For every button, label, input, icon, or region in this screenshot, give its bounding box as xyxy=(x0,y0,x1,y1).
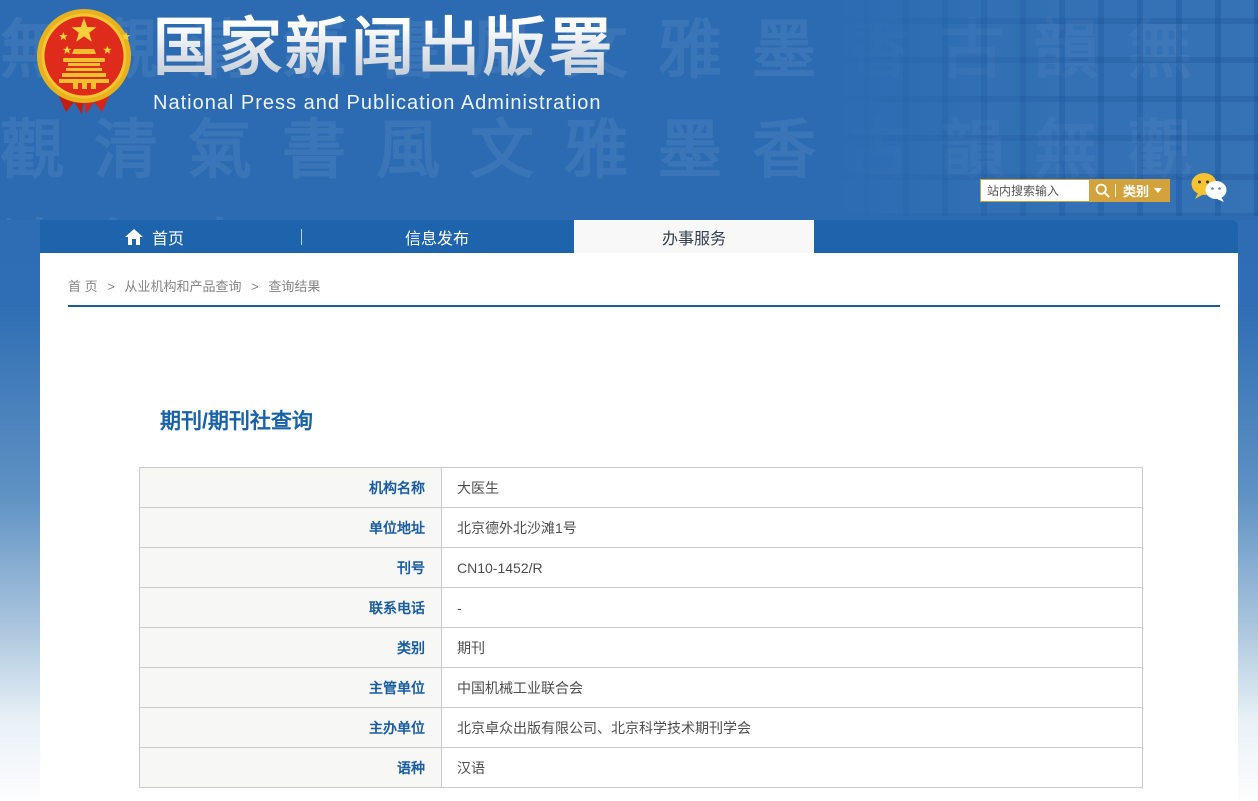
search-icon[interactable] xyxy=(1095,183,1110,198)
row-label: 单位地址 xyxy=(140,508,442,548)
search-input[interactable] xyxy=(980,179,1089,202)
page-title: 期刊/期刊社查询 xyxy=(160,405,1238,435)
site-title: 国家新闻出版署 xyxy=(153,6,615,90)
breadcrumb-home-link[interactable]: 首 页 xyxy=(68,279,98,294)
query-result-table-body: 机构名称大医生单位地址北京德外北沙滩1号刊号CN10-1452/R联系电话-类别… xyxy=(140,468,1143,788)
site-header: 無觀清氣書風文雅墨香古韻無觀清氣書風文雅墨香古韻無觀清氣書風 国家新闻出 xyxy=(0,0,1258,220)
row-value: 期刊 xyxy=(442,628,1143,668)
site-search: 类别 xyxy=(980,179,1170,202)
row-label: 语种 xyxy=(140,748,442,788)
main-nav: 首页 信息发布 办事服务 xyxy=(40,220,1238,253)
row-label: 联系电话 xyxy=(140,588,442,628)
nav-item-home[interactable]: 首页 xyxy=(125,220,184,253)
breadcrumb-rule xyxy=(68,305,1220,307)
brand-block: 国家新闻出版署 National Press and Publication A… xyxy=(153,6,615,115)
nav-item-label: 信息发布 xyxy=(405,225,469,249)
nav-item-label: 办事服务 xyxy=(662,225,726,249)
table-row: 刊号CN10-1452/R xyxy=(140,548,1143,588)
row-value: - xyxy=(442,588,1143,628)
row-value: 汉语 xyxy=(442,748,1143,788)
table-row: 语种汉语 xyxy=(140,748,1143,788)
row-label: 刊号 xyxy=(140,548,442,588)
row-label: 机构名称 xyxy=(140,468,442,508)
nav-item-services-active[interactable]: 办事服务 xyxy=(574,220,814,253)
table-row: 主办单位北京卓众出版有限公司、北京科学技术期刊学会 xyxy=(140,708,1143,748)
table-row: 联系电话- xyxy=(140,588,1143,628)
search-divider xyxy=(1115,184,1116,197)
nav-item-label: 首页 xyxy=(152,225,184,249)
row-value: CN10-1452/R xyxy=(442,548,1143,588)
row-value: 北京德外北沙滩1号 xyxy=(442,508,1143,548)
chevron-down-icon[interactable] xyxy=(1154,188,1162,193)
breadcrumb-separator: > xyxy=(107,279,115,294)
row-label: 主办单位 xyxy=(140,708,442,748)
breadcrumb-current: 查询结果 xyxy=(268,279,320,294)
breadcrumb: 首 页 > 从业机构和产品查询 > 查询结果 xyxy=(40,253,1238,295)
row-label: 主管单位 xyxy=(140,668,442,708)
table-row: 单位地址北京德外北沙滩1号 xyxy=(140,508,1143,548)
nav-item-info-release[interactable]: 信息发布 xyxy=(405,220,469,253)
china-national-emblem-logo xyxy=(33,6,135,121)
table-row: 机构名称大医生 xyxy=(140,468,1143,508)
category-dropdown[interactable]: 类别 xyxy=(1123,181,1149,200)
row-label: 类别 xyxy=(140,628,442,668)
nav-divider xyxy=(301,229,302,245)
table-row: 类别期刊 xyxy=(140,628,1143,668)
row-value: 大医生 xyxy=(442,468,1143,508)
table-row: 主管单位中国机械工业联合会 xyxy=(140,668,1143,708)
breadcrumb-query-link[interactable]: 从业机构和产品查询 xyxy=(124,279,241,294)
wechat-icon[interactable] xyxy=(1190,171,1228,210)
home-icon xyxy=(125,229,143,245)
row-value: 中国机械工业联合会 xyxy=(442,668,1143,708)
search-controls: 类别 xyxy=(1089,179,1170,202)
query-result-table: 机构名称大医生单位地址北京德外北沙滩1号刊号CN10-1452/R联系电话-类别… xyxy=(139,467,1143,788)
site-subtitle-en: National Press and Publication Administr… xyxy=(153,92,615,115)
breadcrumb-separator: > xyxy=(251,279,259,294)
content-panel: 首 页 > 从业机构和产品查询 > 查询结果 期刊/期刊社查询 机构名称大医生单… xyxy=(40,253,1238,801)
row-value: 北京卓众出版有限公司、北京科学技术期刊学会 xyxy=(442,708,1143,748)
